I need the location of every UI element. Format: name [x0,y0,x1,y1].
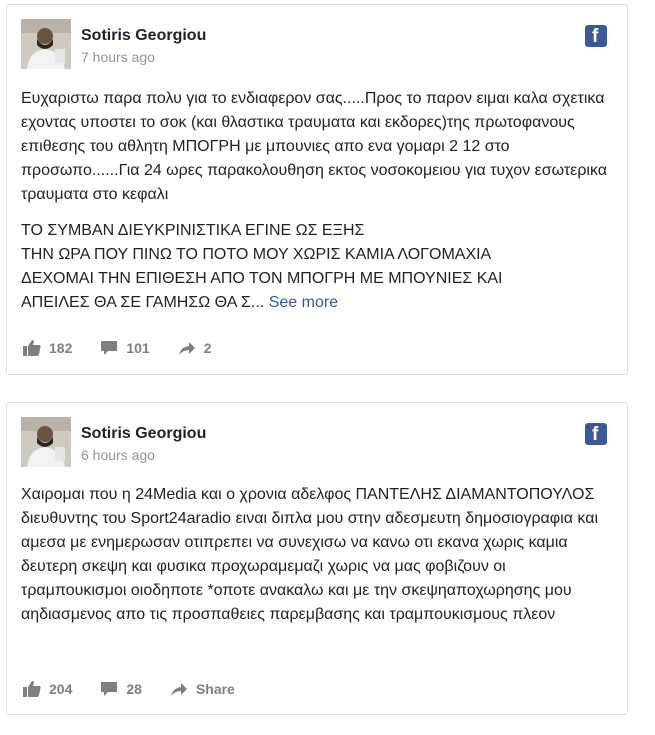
facebook-icon[interactable]: f [585,25,607,47]
post-timestamp[interactable]: 7 hours ago [81,49,155,65]
post-paragraph: Χαιρομαι που η 24Media και ο χρονια αδελ… [21,486,599,623]
share-button[interactable]: Share [170,681,235,697]
post-uppercase-line: ΤΟ ΣΥΜΒΑΝ ΔΙΕΥΚΡΙΝΙΣΤΙΚΑ ΕΓΙΝΕ ΩΣ ΕΞΗΣ [21,222,365,239]
profile-photo-icon [21,19,71,69]
facebook-post-1: Sotiris Georgiou 7 hours ago f Ευχαριστω… [6,4,628,375]
thumbs-up-icon [23,340,41,356]
post-actions: 182 101 2 [23,340,240,356]
see-more-link[interactable]: See more [269,294,338,311]
post-uppercase-line: ΤΗΝ ΩΡΑ ΠΟΥ ΠΙΝΩ ΤΟ ΠΟΤΟ ΜΟΥ ΧΩΡΙΣ ΚΑΜΙΑ… [21,246,492,263]
comment-count: 101 [126,340,150,356]
avatar[interactable] [21,417,71,467]
avatar[interactable] [21,19,71,69]
post-text: Ευχαριστω παρα πολυ για το ενδιαφερον σα… [21,87,611,315]
profile-photo-icon [21,417,71,467]
comment-count: 28 [126,681,142,697]
comment-icon [101,682,118,696]
post-uppercase-line: ΔΕΧΟΜΑΙ ΤΗΝ ΕΠΙΘΕΣΗ ΑΠΟ ΤΟΝ ΜΠΟΓΡΗ ΜΕ ΜΠ… [21,270,503,287]
thumbs-up-icon [23,681,41,697]
comment-icon [101,341,118,355]
share-arrow-icon [170,683,187,696]
author-name[interactable]: Sotiris Georgiou [81,425,206,443]
facebook-post-2: Sotiris Georgiou 6 hours ago f Χαιρομαι … [6,402,628,715]
share-label: Share [195,681,235,697]
facebook-icon[interactable]: f [585,423,607,445]
post-timestamp[interactable]: 6 hours ago [81,447,155,463]
author-name[interactable]: Sotiris Georgiou [81,27,206,45]
share-button[interactable]: 2 [178,340,212,356]
share-arrow-icon [178,342,195,355]
like-count: 182 [49,340,73,356]
like-button[interactable]: 182 [23,340,72,356]
like-count: 204 [49,681,73,697]
post-text: Χαιρομαι που η 24Media και ο χρονια αδελ… [21,483,611,639]
post-uppercase-line: ΑΠΕΙΛΕΣ ΘΑ ΣΕ ΓΑΜΗΣΩ ΘΑ Σ... [21,294,265,311]
post-paragraph: Ευχαριστω παρα πολυ για το ενδιαφερον σα… [21,90,608,203]
comment-button[interactable]: 28 [100,681,142,697]
share-count: 2 [203,340,212,356]
like-button[interactable]: 204 [23,681,72,697]
comment-button[interactable]: 101 [100,340,150,356]
post-actions: 204 28 Share [23,681,263,697]
